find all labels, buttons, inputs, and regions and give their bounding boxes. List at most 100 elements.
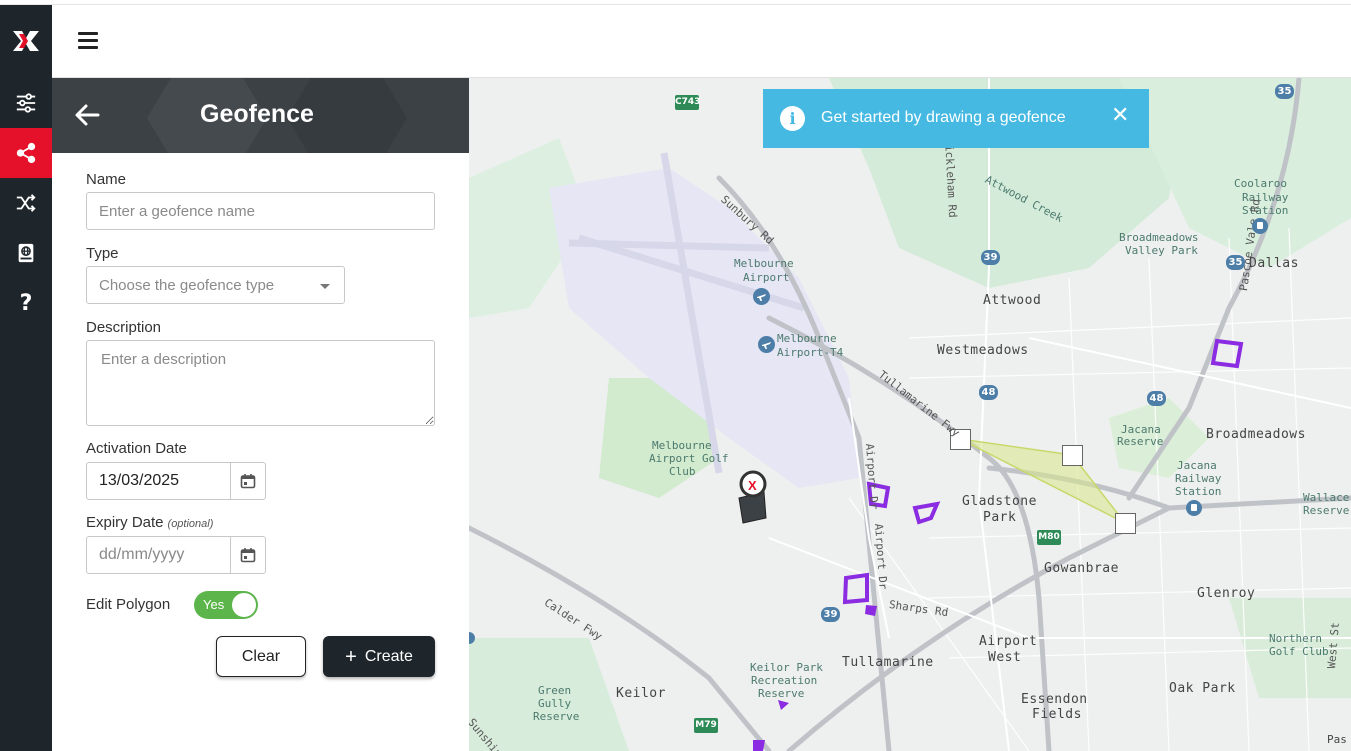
app-logo-icon[interactable] (0, 23, 52, 59)
train-station-icon (1252, 218, 1268, 234)
place-label: Keilor (616, 686, 666, 701)
place-label: West (988, 650, 1022, 665)
shuffle-icon (16, 194, 36, 212)
poi-label: Melbourne (734, 257, 794, 270)
poi-label: Northern (1269, 632, 1322, 645)
place-label: Broadmeadows (1206, 427, 1306, 442)
map-canvas: X (469, 78, 1351, 751)
create-button-label: Create (364, 647, 413, 665)
expiry-calendar-button[interactable] (230, 537, 265, 573)
poi-label: Gully (538, 697, 572, 710)
place-label: Park (983, 510, 1017, 525)
poi-label: Reserve (1303, 504, 1350, 517)
route-shield: M80 (1037, 530, 1061, 545)
place-label: Gladstone (962, 494, 1037, 509)
create-button[interactable]: + Create (323, 636, 435, 677)
share-icon (16, 142, 36, 164)
map-view[interactable]: X Dallas Attwood Westmeadows Broadmeadow… (469, 78, 1351, 751)
place-label: Essendon (1021, 692, 1088, 707)
info-icon: i (780, 106, 805, 131)
geofence-panel: Geofence Name Type Choose the geofence t… (52, 78, 469, 751)
activation-date-label: Activation Date (86, 440, 187, 457)
poi-label: Coolaroo (1234, 177, 1287, 190)
poi-label: Reserve (758, 687, 805, 700)
toast-message: Get started by drawing a geofence (821, 109, 1066, 126)
clear-button[interactable]: Clear (216, 636, 306, 677)
route-shield: 48 (1147, 391, 1166, 406)
place-label: Westmeadows (937, 343, 1029, 358)
sidebar: ? (0, 5, 52, 751)
activation-date-input[interactable]: 13/03/2025 (86, 462, 266, 500)
toggle-knob (232, 593, 256, 617)
close-icon[interactable]: ✕ (1111, 103, 1129, 128)
expiry-date-placeholder: dd/mm/yyyy (99, 546, 185, 563)
type-select-placeholder: Choose the geofence type (99, 277, 275, 294)
poi-label: Railway (1175, 472, 1222, 485)
panel-title: Geofence (200, 100, 314, 128)
place-label: Gowanbrae (1044, 561, 1119, 576)
poi-label: Melbourne (777, 332, 837, 345)
optional-hint: (optional) (167, 518, 214, 530)
place-label: Glenroy (1197, 586, 1256, 601)
poi-label: Valley Park (1125, 244, 1198, 257)
poi-label: Club (669, 465, 696, 478)
poi-label: Station (1175, 485, 1222, 498)
name-input[interactable] (86, 192, 435, 230)
poi-label: Airport-T4 (777, 346, 844, 359)
poi-label: Keilor Park (750, 661, 823, 674)
svg-text:X: X (748, 478, 757, 493)
polygon-vertex-handle[interactable] (1115, 513, 1136, 534)
place-label: Attwood (983, 293, 1042, 308)
sidebar-item-settings[interactable] (0, 78, 52, 128)
type-label: Type (86, 245, 119, 262)
sidebar-item-help[interactable]: ? (0, 278, 52, 328)
place-label: Airport (979, 634, 1038, 649)
type-select[interactable]: Choose the geofence type (86, 266, 345, 304)
poi-label: Wallace (1303, 491, 1350, 504)
sidebar-item-geofence[interactable] (0, 128, 52, 178)
route-shield: 39 (821, 607, 840, 622)
caret-down-icon (320, 284, 330, 289)
place-label: Oak Park (1169, 681, 1236, 696)
poi-label: Pas (1327, 733, 1347, 746)
poi-label: Airport Golf (649, 452, 729, 465)
airport-icon (753, 288, 770, 305)
poi-label: Broadmeadows (1119, 231, 1199, 244)
plus-icon: + (345, 645, 357, 668)
info-toast: i Get started by drawing a geofence ✕ (763, 89, 1149, 148)
poi-label: Melbourne (652, 439, 712, 452)
poi-label: Golf Club (1269, 645, 1329, 658)
poi-label: Jacana (1177, 459, 1217, 472)
activation-calendar-button[interactable] (230, 463, 265, 499)
place-label: Dallas (1249, 256, 1299, 271)
route-shield: M79 (694, 718, 718, 733)
help-icon: ? (19, 290, 33, 316)
calendar-icon (240, 474, 256, 489)
place-label: Fields (1032, 707, 1082, 722)
airport-icon (758, 336, 775, 353)
activation-date-value: 13/03/2025 (99, 472, 180, 489)
poi-label: Green (538, 684, 572, 697)
geofence-marker-icon[interactable]: X (738, 470, 767, 524)
description-textarea[interactable] (86, 340, 435, 426)
edit-polygon-toggle[interactable]: Yes (194, 591, 258, 619)
sliders-icon (16, 93, 36, 113)
expiry-date-label: Expiry Date (optional) (86, 514, 213, 531)
train-station-icon (1186, 500, 1202, 516)
route-shield: 48 (979, 385, 998, 400)
route-shield: 39 (981, 250, 1000, 265)
poi-label: Reserve (1117, 435, 1164, 448)
route-shield: 35 (1275, 84, 1294, 99)
back-arrow-icon[interactable] (74, 102, 100, 128)
poi-label: Recreation (751, 674, 818, 687)
sidebar-item-guide[interactable] (0, 228, 52, 278)
calendar-icon (240, 548, 256, 563)
polygon-vertex-handle[interactable] (1062, 445, 1083, 466)
name-label: Name (86, 171, 127, 188)
expiry-date-input[interactable]: dd/mm/yyyy (86, 536, 266, 574)
poi-label: Airport (743, 271, 790, 284)
route-shield: C743 (675, 95, 700, 110)
sidebar-item-routes[interactable] (0, 178, 52, 228)
hamburger-icon[interactable] (78, 32, 98, 50)
book-globe-icon (18, 243, 34, 263)
